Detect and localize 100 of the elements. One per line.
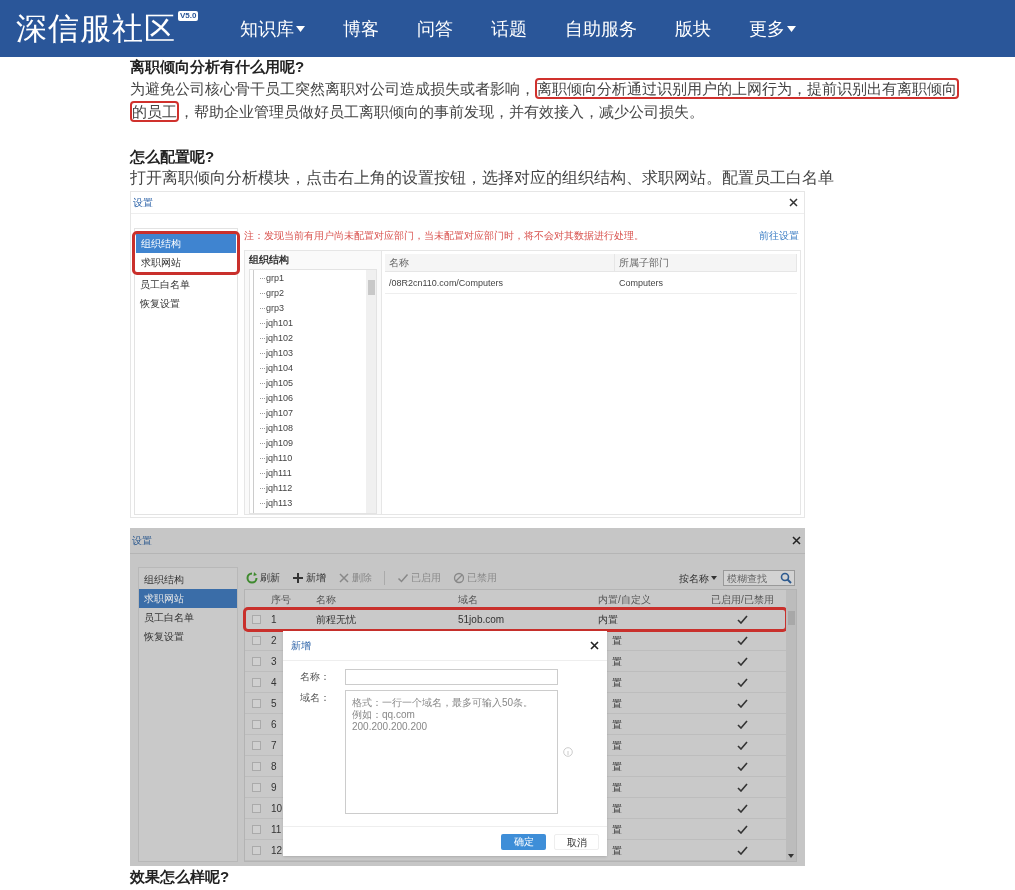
table-cell-text: 3 bbox=[271, 654, 277, 669]
table-cell-text: /08R2cn110.com/Computers bbox=[388, 277, 504, 290]
table-cell-text: 11 bbox=[271, 822, 282, 837]
column-header: 序号 bbox=[270, 592, 292, 607]
tree-item[interactable]: jqh106 bbox=[266, 391, 294, 406]
table-cell-text: 置 bbox=[612, 738, 622, 753]
row-checkbox[interactable] bbox=[251, 656, 261, 666]
row-checkbox[interactable] bbox=[251, 677, 261, 687]
close-icon bbox=[590, 641, 599, 650]
row-checkbox[interactable] bbox=[251, 740, 261, 750]
nav-item[interactable]: 组织结构 bbox=[136, 234, 236, 253]
field-label: 域名： bbox=[299, 691, 331, 705]
row-checkbox[interactable] bbox=[251, 824, 261, 834]
paragraph-text: 为避免公司核心骨干员工突然离职对公司造成损失或者影响， bbox=[130, 80, 535, 97]
column-header: 所属子部门 bbox=[615, 254, 797, 271]
table-cell-text: 置 bbox=[612, 801, 622, 816]
settings-link[interactable]: 前往设置 bbox=[759, 230, 799, 242]
paragraph-text: 打开离职倾向分析模块，点击右上角的设置按钮，选择对应的组织结构、求职网站。配置员工白名单 bbox=[130, 168, 835, 188]
table-cell-text: 2 bbox=[271, 633, 277, 648]
scrollbar-thumb[interactable] bbox=[367, 280, 375, 295]
tree-item[interactable]: grp2 bbox=[266, 286, 284, 301]
refresh-icon bbox=[246, 572, 258, 584]
row-checkbox[interactable] bbox=[251, 635, 261, 645]
scrollbar[interactable] bbox=[786, 590, 796, 861]
toolbar-button[interactable]: 新增 bbox=[292, 571, 326, 585]
table-cell-text: 12 bbox=[271, 843, 283, 858]
nav-item[interactable]: 员工白名单 bbox=[139, 608, 237, 627]
column-header: 名称 bbox=[315, 592, 337, 607]
tree-item[interactable]: jqh109 bbox=[266, 436, 294, 451]
row-checkbox[interactable] bbox=[251, 803, 261, 813]
table-cell-text: 前程无忧 bbox=[316, 612, 356, 627]
tree-item[interactable]: jqh103 bbox=[266, 346, 294, 361]
table-cell-text: 7 bbox=[271, 738, 277, 753]
row-checkbox[interactable] bbox=[251, 845, 261, 855]
table-cell-text: 51job.com bbox=[458, 612, 505, 627]
table-cell-text: 内置 bbox=[598, 612, 618, 627]
search-icon bbox=[780, 572, 792, 584]
tree-item[interactable]: grp1 bbox=[266, 271, 284, 286]
notice-text: 注：发现当前有用户尚未配置对应部门，当未配置对应部门时，将不会对其数据进行处理。 bbox=[244, 230, 644, 242]
nav-item[interactable]: 求职网站 bbox=[136, 253, 236, 272]
nav-link[interactable]: 更多 bbox=[749, 16, 797, 41]
cross-icon bbox=[338, 572, 350, 584]
row-checkbox[interactable] bbox=[251, 782, 261, 792]
nav-link[interactable]: 版块 bbox=[675, 16, 712, 41]
nav-item[interactable]: 恢复设置 bbox=[135, 294, 237, 313]
nav-link[interactable]: 自助服务 bbox=[565, 16, 638, 41]
tree-item[interactable]: jqh105 bbox=[266, 376, 294, 391]
toolbar-button[interactable]: 刷新 bbox=[246, 571, 280, 585]
section-heading: 怎么配置呢? bbox=[130, 147, 216, 167]
table-cell-text: Computers bbox=[618, 277, 664, 290]
nav-link[interactable]: 知识库 bbox=[240, 16, 306, 41]
table-cell-text: 1 bbox=[271, 612, 277, 627]
table-cell-text: 9 bbox=[271, 780, 277, 795]
prohibited-icon bbox=[453, 572, 465, 584]
table-cell-text: 置 bbox=[612, 675, 622, 690]
search-field[interactable]: 模糊查找 bbox=[723, 570, 795, 586]
text-input[interactable] bbox=[345, 669, 558, 685]
nav-item[interactable]: 员工白名单 bbox=[135, 275, 237, 294]
nav-link[interactable]: 话题 bbox=[491, 16, 528, 41]
scrollbar[interactable] bbox=[366, 270, 376, 513]
tree-item[interactable]: jqh112 bbox=[266, 481, 293, 496]
table-cell-text: 置 bbox=[612, 717, 622, 732]
tree-item[interactable]: jqh101 bbox=[266, 316, 294, 331]
nav-item[interactable]: 恢复设置 bbox=[139, 627, 237, 646]
tree-item[interactable]: jqh108 bbox=[266, 421, 294, 436]
table-cell-text: 置 bbox=[612, 822, 622, 837]
tree-item[interactable]: jqh111 bbox=[266, 466, 292, 481]
row-checkbox[interactable] bbox=[251, 698, 261, 708]
caret-icon bbox=[711, 576, 717, 580]
nav-link[interactable]: 博客 bbox=[343, 16, 380, 41]
paragraph-text: ，帮助企业管理员做好员工离职倾向的事前发现，并有效接入，减少公司损失。 bbox=[179, 103, 704, 120]
section-heading: 效果怎么样呢? bbox=[130, 868, 231, 886]
close-icon bbox=[789, 198, 798, 207]
nav-item[interactable]: 求职网站 bbox=[139, 589, 237, 608]
tree-item[interactable]: jqh110 bbox=[266, 451, 293, 466]
dialog-title: 设置 bbox=[132, 534, 152, 548]
site-logo[interactable]: 深信服社区 bbox=[16, 8, 176, 49]
cancel-button[interactable]: 取消 bbox=[554, 833, 599, 850]
table-cell-text: 置 bbox=[612, 633, 622, 648]
search-scope-dropdown[interactable]: 按名称 bbox=[679, 570, 717, 586]
check-icon bbox=[397, 572, 409, 584]
nav-item[interactable]: 组织结构 bbox=[139, 570, 237, 589]
highlighted-text: 离职倾向分析通过识别用户的上网行为，提前识别出有离职倾向 bbox=[535, 78, 959, 99]
tree-item[interactable]: jqh102 bbox=[266, 331, 294, 346]
domain-textarea[interactable]: 格式：一行一个域名，最多可输入50条。 例如：qq.com 200.200.200.200 bbox=[345, 690, 558, 814]
tree-item[interactable]: jqh107 bbox=[266, 406, 294, 421]
row-checkbox[interactable] bbox=[251, 614, 261, 624]
tree-item[interactable]: jqh104 bbox=[266, 361, 294, 376]
table-cell-text: 置 bbox=[612, 654, 622, 669]
table-cell-text: 4 bbox=[271, 675, 277, 690]
nav-link[interactable]: 问答 bbox=[417, 16, 454, 41]
info-icon bbox=[563, 747, 573, 757]
column-header: 名称 bbox=[385, 254, 615, 271]
table-cell-text: 6 bbox=[271, 717, 277, 732]
highlighted-text: 的员工 bbox=[130, 101, 179, 122]
tree-item[interactable]: grp3 bbox=[266, 301, 284, 316]
scrollbar-thumb[interactable] bbox=[787, 611, 795, 625]
row-checkbox[interactable] bbox=[251, 761, 261, 771]
tree-item[interactable]: jqh113 bbox=[266, 496, 293, 511]
row-checkbox[interactable] bbox=[251, 719, 261, 729]
